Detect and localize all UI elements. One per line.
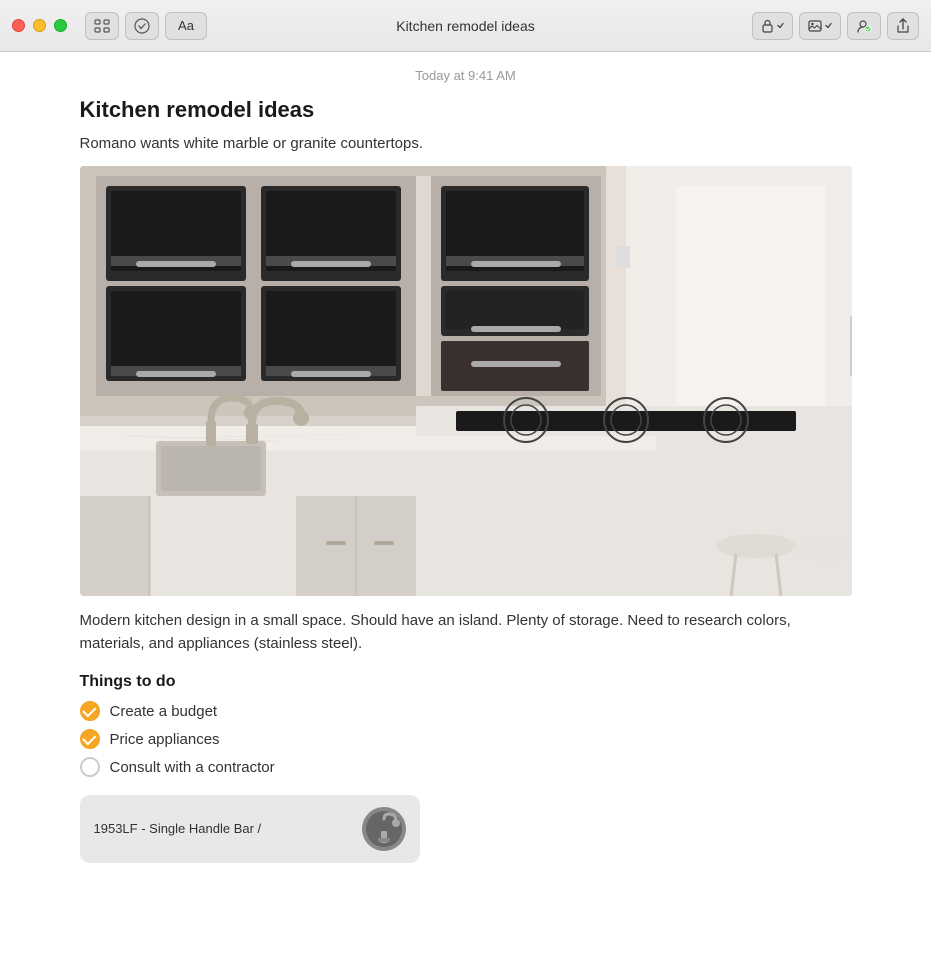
kitchen-image <box>80 166 852 596</box>
close-button[interactable] <box>12 19 25 32</box>
lock-button[interactable] <box>752 12 793 40</box>
note-subtitle: Romano wants white marble or granite cou… <box>80 135 852 152</box>
note-area: Today at 9:41 AM Kitchen remodel ideas R… <box>56 52 876 887</box>
traffic-lights <box>12 19 67 32</box>
checkbox-create-budget[interactable] <box>80 701 100 721</box>
collab-button[interactable] <box>847 12 881 40</box>
maximize-button[interactable] <box>54 19 67 32</box>
list-item: Price appliances <box>80 729 852 749</box>
titlebar: Aa Kitchen remodel ideas <box>0 0 931 52</box>
product-card-image <box>362 807 406 851</box>
media-button[interactable] <box>799 12 841 40</box>
checklist: Create a budget Price appliances Consult… <box>80 701 852 777</box>
checklist-button[interactable] <box>125 12 159 40</box>
product-card[interactable]: 1953LF - Single Handle Bar / <box>80 795 420 863</box>
content-area: Today at 9:41 AM Kitchen remodel ideas R… <box>0 52 931 968</box>
list-item: Consult with a contractor <box>80 757 852 777</box>
minimize-button[interactable] <box>33 19 46 32</box>
toolbar-right <box>752 12 919 40</box>
checkbox-price-appliances[interactable] <box>80 729 100 749</box>
toolbar-buttons: Aa <box>85 12 207 40</box>
timestamp: Today at 9:41 AM <box>80 68 852 83</box>
things-to-do-heading: Things to do <box>80 673 852 691</box>
list-item: Create a budget <box>80 701 852 721</box>
note-description: Modern kitchen design in a small space. … <box>80 610 852 655</box>
grid-view-button[interactable] <box>85 12 119 40</box>
note-title: Kitchen remodel ideas <box>80 97 852 123</box>
product-card-content: 1953LF - Single Handle Bar / <box>94 820 350 838</box>
share-button[interactable] <box>887 12 919 40</box>
product-card-text: 1953LF - Single Handle Bar / <box>94 821 262 836</box>
font-button[interactable]: Aa <box>165 12 207 40</box>
window-title: Kitchen remodel ideas <box>396 18 535 34</box>
checkbox-consult-contractor[interactable] <box>80 757 100 777</box>
